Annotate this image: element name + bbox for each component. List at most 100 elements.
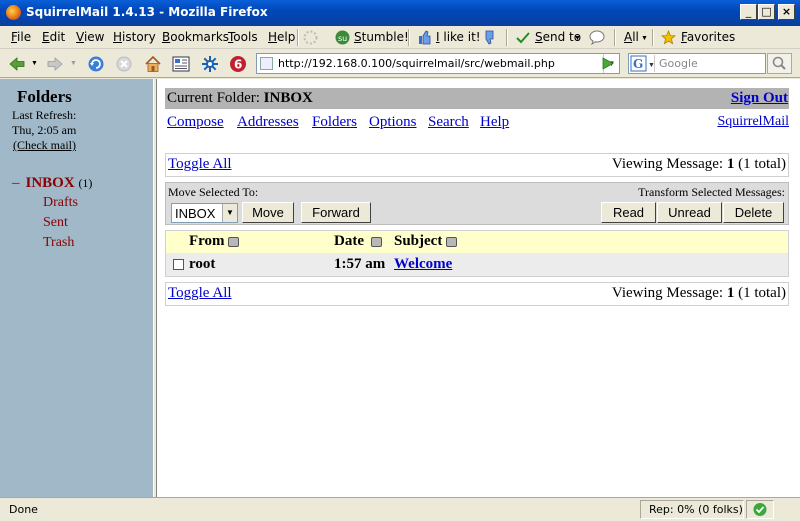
forward-arrow-icon[interactable] [46, 55, 64, 73]
search-box[interactable]: G ▼ Google [628, 53, 766, 74]
folders-link[interactable]: Folders [312, 114, 357, 131]
rep-status: Rep: 0% (0 folks) [649, 503, 743, 516]
check-mail-link[interactable]: (Check mail) [13, 138, 76, 153]
move-button[interactable]: Move [242, 202, 294, 223]
i-like-it-button[interactable]: I like it! [436, 30, 481, 44]
page-icon [260, 57, 273, 70]
table-row[interactable]: root 1:57 am Welcome [166, 253, 788, 276]
inbox-label[interactable]: INBOX [26, 175, 75, 191]
menu-tools[interactable]: Tools [228, 30, 258, 44]
thumbs-up-icon[interactable] [418, 30, 431, 45]
send-to-dropdown-icon[interactable]: ▼ [574, 35, 581, 42]
back-arrow-icon[interactable] [8, 55, 26, 73]
chevron-down-icon[interactable]: ▼ [222, 204, 237, 222]
search-placeholder: Google [659, 57, 698, 70]
url-bar[interactable]: http://192.168.0.100/squirrelmail/src/we… [256, 53, 620, 74]
window-title: SquirrelMail 1.4.13 - Mozilla Firefox [26, 5, 268, 19]
status-bar: Done Rep: 0% (0 folks) [0, 497, 800, 521]
read-button[interactable]: Read [601, 202, 656, 223]
compose-link[interactable]: Compose [167, 114, 224, 131]
folder-drafts[interactable]: Drafts [43, 195, 78, 211]
minimize-button[interactable]: _ [740, 4, 757, 20]
column-from: From [189, 233, 225, 249]
separator [506, 29, 508, 46]
back-dropdown-icon[interactable]: ▼ [31, 60, 38, 67]
viewing-prefix: Viewing Message: [611, 285, 727, 301]
go-arrow-icon[interactable] [598, 54, 618, 73]
favorites-button[interactable]: Favorites [681, 30, 735, 44]
toggle-all-link[interactable]: Toggle All [168, 156, 232, 173]
folder-sent[interactable]: Sent [43, 215, 68, 231]
stumbleupon-icon[interactable]: su [335, 30, 350, 45]
folder-inbox[interactable]: – INBOX (1) [12, 175, 92, 192]
unread-button[interactable]: Unread [657, 202, 722, 223]
forward-button[interactable]: Forward [301, 202, 371, 223]
folders-pane: Folders Last Refresh: Thu, 2:05 am (Chec… [0, 79, 153, 497]
forward-dropdown-icon[interactable]: ▼ [70, 60, 77, 67]
squirrelmail-link[interactable]: SquirrelMail [717, 114, 789, 130]
svg-text:G: G [633, 57, 643, 71]
message-date: 1:57 am [334, 256, 386, 272]
message-subject-link[interactable]: Welcome [394, 256, 452, 273]
all-menu[interactable]: All [624, 30, 639, 44]
message-from: root [189, 256, 216, 272]
url-text[interactable]: http://192.168.0.100/squirrelmail/src/we… [278, 57, 555, 70]
sort-subject-icon[interactable] [446, 237, 457, 247]
inbox-count: (1) [78, 176, 93, 190]
menu-file[interactable]: File [11, 30, 31, 44]
current-folder-bar: Current Folder: INBOX Sign Out [165, 88, 789, 109]
maximize-button[interactable]: □ [758, 4, 775, 20]
separator [408, 29, 410, 46]
column-date: Date [334, 233, 364, 249]
stumble-button[interactable]: Stumble! [354, 30, 409, 44]
check-mail-text[interactable]: (Check mail) [13, 138, 76, 152]
stop-icon[interactable] [115, 55, 133, 73]
addresses-link[interactable]: Addresses [237, 114, 299, 131]
firefox-icon [6, 5, 21, 20]
sort-from-icon[interactable] [228, 237, 239, 247]
thumbs-down-icon[interactable] [481, 30, 494, 45]
move-selected-label: Move Selected To: [168, 185, 259, 199]
6-icon[interactable]: 6 [229, 55, 247, 73]
extension-gear-icon[interactable] [201, 55, 219, 73]
reload-icon[interactable] [87, 55, 105, 73]
svg-text:6: 6 [234, 58, 242, 72]
send-to-icon[interactable] [516, 31, 530, 44]
delete-button[interactable]: Delete [723, 202, 784, 223]
toggle-bar-top: Toggle All Viewing Message: 1 (1 total) [165, 153, 789, 177]
security-panel [746, 500, 774, 519]
all-dropdown-icon[interactable]: ▼ [641, 35, 648, 42]
comment-icon[interactable] [589, 30, 606, 45]
viewing-suffix: (1 total) [734, 285, 786, 301]
close-button[interactable]: × [778, 4, 795, 20]
search-link[interactable]: Search [428, 114, 469, 131]
move-folder-select[interactable]: INBOX ▼ [171, 203, 238, 223]
message-checkbox[interactable] [173, 259, 184, 270]
favorites-star-icon[interactable] [661, 30, 676, 45]
collapse-toggle[interactable]: – [12, 175, 20, 191]
separator [652, 29, 654, 46]
menu-edit[interactable]: Edit [42, 30, 65, 44]
google-engine-icon[interactable]: G ▼ [630, 55, 655, 72]
newsfeed-icon[interactable] [172, 55, 190, 73]
menu-bookmarks[interactable]: Bookmarks [162, 30, 229, 44]
search-button[interactable] [767, 53, 792, 74]
separator [614, 29, 616, 46]
move-folder-value: INBOX [175, 206, 216, 221]
folders-title: Folders [17, 87, 72, 106]
help-link[interactable]: Help [480, 114, 509, 131]
sort-date-icon[interactable] [371, 237, 382, 247]
home-icon[interactable] [144, 55, 162, 73]
menu-bar: File Edit View History Bookmarks Tools H… [0, 26, 800, 49]
folder-trash[interactable]: Trash [43, 235, 74, 251]
menu-view[interactable]: View [76, 30, 104, 44]
sign-out-link[interactable]: Sign Out [731, 90, 788, 107]
menu-history[interactable]: History [113, 30, 156, 44]
toggle-all-link-bottom[interactable]: Toggle All [168, 285, 232, 302]
toggle-bar-bottom: Toggle All Viewing Message: 1 (1 total) [165, 282, 789, 306]
status-text: Done [9, 503, 38, 516]
checkmark-icon[interactable] [747, 501, 773, 518]
current-folder: Current Folder: INBOX [167, 90, 313, 107]
options-link[interactable]: Options [369, 114, 417, 131]
menu-help[interactable]: Help [268, 30, 295, 44]
